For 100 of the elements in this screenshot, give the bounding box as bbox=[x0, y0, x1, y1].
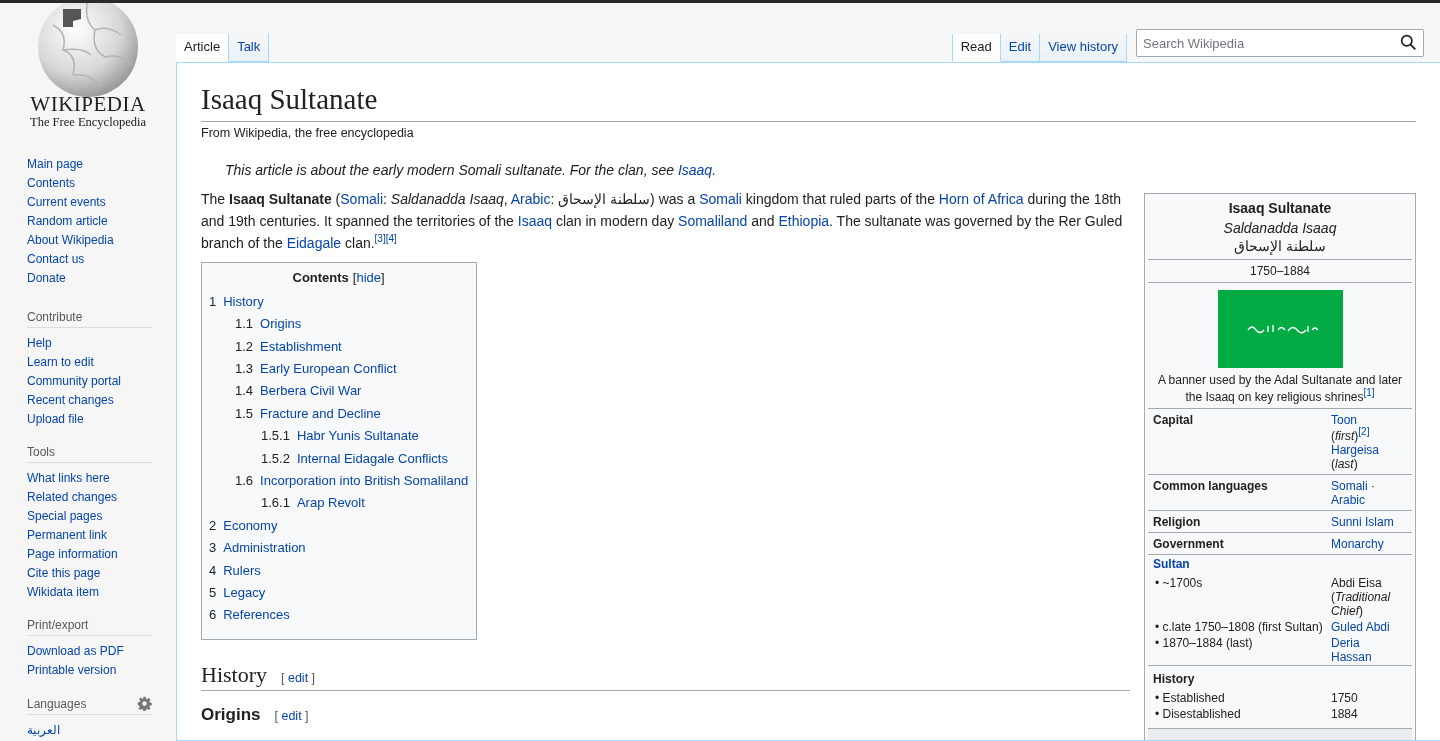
sidebar-link[interactable]: Upload file bbox=[27, 410, 84, 429]
sidebar-heading: Tools bbox=[27, 445, 55, 459]
toc-link[interactable]: 5 Legacy bbox=[209, 584, 266, 600]
wordmark: WIKIPEDIA bbox=[30, 93, 146, 115]
sidebar-heading: Contribute bbox=[27, 310, 83, 324]
toc-link[interactable]: 1.5.2 Internal Eidagale Conflicts bbox=[261, 450, 448, 466]
sidebar-link[interactable]: Special pages bbox=[27, 507, 103, 526]
infobox-label: Government bbox=[1153, 536, 1225, 551]
link[interactable]: Guled Abdi bbox=[1331, 619, 1390, 634]
sidebar-link[interactable]: Main page bbox=[27, 155, 84, 174]
date-range: 1750–1884 bbox=[1148, 259, 1412, 283]
edit-section: [ edit ] bbox=[281, 670, 316, 685]
tab[interactable]: Talk bbox=[229, 34, 270, 62]
link[interactable]: Horn of Africa bbox=[938, 190, 1024, 207]
link[interactable]: Somali bbox=[1331, 478, 1368, 493]
link[interactable]: Monarchy bbox=[1331, 536, 1384, 551]
sidebar-link[interactable]: Page information bbox=[27, 545, 118, 564]
sidebar-link[interactable]: Printable version bbox=[27, 661, 117, 680]
infobox-value: (last) bbox=[1331, 456, 1358, 471]
toc-title: Contents bbox=[292, 269, 349, 285]
infobox-label: Capital bbox=[1153, 412, 1194, 429]
sidebar-link[interactable]: Learn to edit bbox=[27, 353, 94, 372]
link[interactable]: Isaaq bbox=[677, 161, 713, 178]
toc-link[interactable]: 6 References bbox=[209, 607, 290, 623]
toc-link[interactable]: 1.6.1 Arap Revolt bbox=[261, 495, 365, 511]
infobox-label: Religion bbox=[1153, 514, 1202, 529]
arabic-name: سلطنة الإسحاق bbox=[1233, 236, 1327, 255]
infobox-label: • Established bbox=[1154, 690, 1226, 705]
toc-link[interactable]: 1.1 Origins bbox=[235, 316, 302, 332]
sidebar-link[interactable]: About Wikipedia bbox=[27, 231, 114, 250]
link[interactable]: Hassan bbox=[1331, 649, 1372, 664]
tab[interactable]: Edit bbox=[1000, 34, 1041, 62]
sidebar-link[interactable]: Donate bbox=[27, 269, 66, 288]
sidebar-link[interactable]: Help bbox=[27, 334, 52, 353]
link[interactable]: Deria bbox=[1331, 635, 1360, 650]
link[interactable]: Sunni Islam bbox=[1331, 514, 1394, 529]
sidebar-link[interactable]: Random article bbox=[27, 212, 108, 231]
tab[interactable]: Read bbox=[951, 34, 1001, 62]
toc-link[interactable]: 1.6 Incorporation into British Somaliland bbox=[235, 472, 469, 488]
infobox-label: • ~1700s bbox=[1154, 575, 1204, 592]
link[interactable]: Arabic bbox=[1331, 492, 1365, 507]
reference-link[interactable]: [3] bbox=[374, 233, 386, 245]
sidebar-link[interactable]: Recent changes bbox=[27, 391, 114, 410]
toc-link[interactable]: 1 History bbox=[209, 293, 264, 309]
toc-link[interactable]: 1.4 Berbera Civil War bbox=[235, 383, 362, 399]
infobox-value: Somali · bbox=[1331, 478, 1377, 493]
sidebar-link[interactable]: Related changes bbox=[27, 488, 118, 507]
infobox-label: Common languages bbox=[1153, 478, 1269, 495]
sidebar-link[interactable]: Contents bbox=[27, 174, 76, 193]
sidebar-link[interactable]: Download as PDF bbox=[27, 642, 124, 661]
toc-link[interactable]: 1.3 Early European Conflict bbox=[235, 360, 397, 376]
infobox-value: 1750 bbox=[1331, 690, 1359, 705]
infobox-value: (first)$^{[2]}$ bbox=[1331, 426, 1371, 443]
link[interactable]: Somali bbox=[699, 190, 742, 207]
site-tagline: From Wikipedia, the free encyclopedia bbox=[201, 125, 415, 140]
sidebar-link[interactable]: What links here bbox=[27, 469, 110, 488]
tab[interactable]: View history bbox=[1040, 34, 1127, 62]
infobox-label: • Disestablished bbox=[1154, 706, 1242, 721]
link[interactable]: Eidagale bbox=[286, 234, 342, 251]
reference-link[interactable]: [2] bbox=[1358, 425, 1370, 437]
infobox-section-heading: History bbox=[1153, 671, 1195, 686]
sidebar-link[interactable]: Contact us bbox=[27, 250, 85, 269]
infobox-value: (Traditional bbox=[1331, 589, 1392, 604]
sidebar-link[interactable]: Permanent link bbox=[27, 526, 108, 545]
infobox-value: 1884 bbox=[1331, 706, 1359, 721]
infobox-value: Abdi Eisa bbox=[1331, 575, 1383, 590]
toc-link[interactable]: 1.2 Establishment bbox=[235, 338, 342, 354]
sidebar-link[interactable]: Wikidata item bbox=[27, 583, 100, 602]
sidebar-heading: Print/export bbox=[27, 618, 89, 632]
link[interactable]: Isaaq bbox=[517, 212, 552, 229]
logo-tagline: The Free Encyclopedia bbox=[30, 115, 146, 129]
settings-icon[interactable] bbox=[137, 696, 152, 711]
edit-link[interactable]: edit bbox=[281, 708, 302, 723]
section-heading: History bbox=[201, 661, 267, 688]
sidebar-link[interactable]: العربية bbox=[27, 721, 60, 740]
search-field[interactable]: Search Wikipedia bbox=[1136, 29, 1424, 57]
section-heading: Origins bbox=[201, 704, 261, 725]
toc-link[interactable]: 3 Administration bbox=[209, 540, 306, 556]
infobox-title: Isaaq Sultanate bbox=[1227, 198, 1333, 217]
tab[interactable]: Article bbox=[176, 34, 230, 62]
toc-link[interactable]: 1.5.1 Habr Yunis Sultanate bbox=[261, 428, 419, 444]
infobox-value: Chief) bbox=[1331, 603, 1364, 618]
toc-link[interactable]: 2 Economy bbox=[209, 517, 278, 533]
toc-link[interactable]: 1.5 Fracture and Decline bbox=[235, 405, 381, 421]
native-name: Saldanadda Isaaq bbox=[1222, 218, 1338, 237]
link[interactable]: Somaliland bbox=[678, 212, 748, 229]
toc-link[interactable]: 4 Rulers bbox=[209, 562, 261, 578]
hatnote: This article is about the early modern Somali sultanate. For the clan, see Isaaq. bbox=[224, 161, 718, 178]
infobox-subheading-link[interactable]: Sultan bbox=[1153, 556, 1190, 571]
sidebar-link[interactable]: Community portal bbox=[27, 372, 122, 391]
link[interactable]: Hargeisa bbox=[1331, 442, 1380, 457]
image-caption: A banner used by the Adal Sultanate and later the Isaaq on key religious shrines$^{[1]}$ bbox=[1156, 371, 1404, 405]
toc-toggle: [hide] bbox=[352, 269, 385, 285]
edit-section: [ edit ] bbox=[274, 708, 309, 723]
sidebar-link[interactable]: Current events bbox=[27, 193, 106, 212]
reference-link[interactable]: [1] bbox=[1363, 386, 1375, 398]
link[interactable]: Toon bbox=[1331, 412, 1358, 427]
sidebar-link[interactable]: Cite this page bbox=[27, 564, 101, 583]
edit-link[interactable]: edit bbox=[287, 670, 309, 685]
search-icon[interactable] bbox=[1400, 34, 1417, 51]
